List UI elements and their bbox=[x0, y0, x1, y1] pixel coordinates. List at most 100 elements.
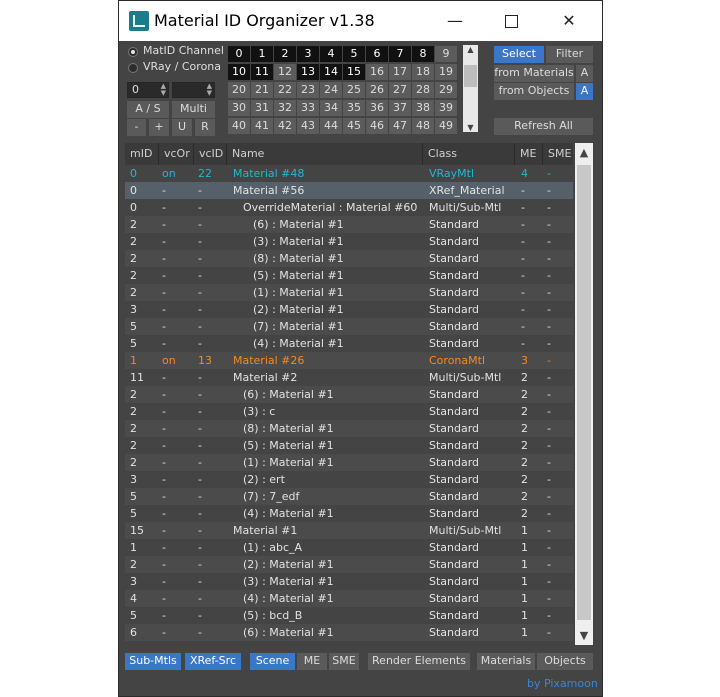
col-class[interactable]: Class bbox=[423, 143, 515, 165]
table-row[interactable]: 3 - - (2) : ert Standard 2 - bbox=[125, 471, 573, 488]
id-cell-20[interactable]: 20 bbox=[228, 82, 250, 98]
id-cell-24[interactable]: 24 bbox=[320, 82, 342, 98]
id-cell-6[interactable]: 6 bbox=[366, 46, 388, 62]
col-mid[interactable]: mID bbox=[125, 143, 159, 165]
table-row[interactable]: 2 - - (3) : Material #1 Standard - - bbox=[125, 233, 573, 250]
id-cell-44[interactable]: 44 bbox=[320, 118, 342, 134]
col-sme[interactable]: SME bbox=[543, 143, 573, 165]
table-row[interactable]: 5 - - (7) : 7_edf Standard 2 - bbox=[125, 488, 573, 505]
id-cell-1[interactable]: 1 bbox=[251, 46, 273, 62]
id-cell-29[interactable]: 29 bbox=[435, 82, 457, 98]
table-row[interactable]: 2 - - (6) : Material #1 Standard 2 - bbox=[125, 386, 573, 403]
id-cell-2[interactable]: 2 bbox=[274, 46, 296, 62]
id-cell-19[interactable]: 19 bbox=[435, 64, 457, 80]
id-cell-15[interactable]: 15 bbox=[343, 64, 365, 80]
as-button[interactable]: A / S bbox=[127, 101, 169, 118]
table-row[interactable]: 1 on 13 Material #26 CoronaMtl 3 - bbox=[125, 352, 573, 369]
refresh-all-button[interactable]: Refresh All bbox=[494, 118, 593, 135]
vray-corona-radio[interactable] bbox=[128, 63, 138, 73]
secondary-spinner[interactable]: ▲ ▼ bbox=[172, 82, 215, 98]
id-cell-43[interactable]: 43 bbox=[297, 118, 319, 134]
scroll-up-icon[interactable]: ▲ bbox=[575, 146, 593, 159]
scroll-down-icon[interactable]: ▼ bbox=[575, 629, 593, 642]
plus-button[interactable]: + bbox=[149, 119, 169, 136]
table-row[interactable]: 0 - - OverrideMaterial : Material #60 Multi/… bbox=[125, 199, 573, 216]
table-row[interactable]: 2 - - (1) : Material #1 Standard 2 - bbox=[125, 454, 573, 471]
me-tab[interactable]: ME bbox=[297, 653, 327, 670]
id-cell-45[interactable]: 45 bbox=[343, 118, 365, 134]
table-row[interactable]: 11 - - Material #2 Multi/Sub-Mtl 2 - bbox=[125, 369, 573, 386]
scroll-down-icon[interactable]: ▼ bbox=[463, 123, 478, 132]
credit-link[interactable]: by Pixamoon bbox=[527, 677, 598, 690]
scroll-thumb[interactable] bbox=[577, 165, 591, 620]
scroll-thumb[interactable] bbox=[464, 65, 477, 87]
minus-button[interactable]: - bbox=[127, 119, 146, 136]
list-scrollbar[interactable]: ▲ ▼ bbox=[575, 143, 593, 645]
id-cell-38[interactable]: 38 bbox=[412, 100, 434, 116]
maximize-button[interactable] bbox=[491, 7, 531, 35]
filter-button[interactable]: Filter bbox=[546, 46, 593, 63]
id-cell-36[interactable]: 36 bbox=[366, 100, 388, 116]
table-row[interactable]: 5 - - (5) : bcd_B Standard 1 - bbox=[125, 607, 573, 624]
render-elements-tab[interactable]: Render Elements bbox=[368, 653, 470, 670]
table-row[interactable]: 15 - - Material #1 Multi/Sub-Mtl 1 - bbox=[125, 522, 573, 539]
id-cell-25[interactable]: 25 bbox=[343, 82, 365, 98]
id-cell-31[interactable]: 31 bbox=[251, 100, 273, 116]
table-row[interactable]: 2 - - (8) : Material #1 Standard - - bbox=[125, 250, 573, 267]
id-cell-37[interactable]: 37 bbox=[389, 100, 411, 116]
id-cell-10[interactable]: 10 bbox=[228, 64, 250, 80]
id-cell-23[interactable]: 23 bbox=[297, 82, 319, 98]
id-cell-26[interactable]: 26 bbox=[366, 82, 388, 98]
minimize-button[interactable]: — bbox=[435, 7, 475, 35]
id-cell-42[interactable]: 42 bbox=[274, 118, 296, 134]
u-button[interactable]: U bbox=[172, 119, 192, 136]
id-cell-18[interactable]: 18 bbox=[412, 64, 434, 80]
sub-mtls-toggle[interactable]: Sub-Mtls bbox=[125, 653, 181, 670]
from-materials-auto-toggle[interactable]: A bbox=[576, 65, 593, 82]
id-cell-16[interactable]: 16 bbox=[366, 64, 388, 80]
id-spinner[interactable]: 0 ▲ ▼ bbox=[127, 82, 169, 98]
close-button[interactable]: ✕ bbox=[549, 7, 589, 35]
id-cell-14[interactable]: 14 bbox=[320, 64, 342, 80]
id-cell-28[interactable]: 28 bbox=[412, 82, 434, 98]
table-row[interactable]: 5 - - (4) : Material #1 Standard 2 - bbox=[125, 505, 573, 522]
table-row[interactable]: 2 - - (8) : Material #1 Standard 2 - bbox=[125, 420, 573, 437]
id-cell-22[interactable]: 22 bbox=[274, 82, 296, 98]
scroll-up-icon[interactable]: ▲ bbox=[463, 45, 478, 54]
id-cell-0[interactable]: 0 bbox=[228, 46, 250, 62]
table-row[interactable]: 2 - - (1) : Material #1 Standard - - bbox=[125, 284, 573, 301]
id-cell-39[interactable]: 39 bbox=[435, 100, 457, 116]
matid-channel-radio[interactable] bbox=[128, 47, 138, 57]
id-cell-48[interactable]: 48 bbox=[412, 118, 434, 134]
objects-tab[interactable]: Objects bbox=[537, 653, 593, 670]
materials-tab[interactable]: Materials bbox=[477, 653, 535, 670]
id-cell-41[interactable]: 41 bbox=[251, 118, 273, 134]
col-name[interactable]: Name bbox=[227, 143, 423, 165]
scene-tab[interactable]: Scene bbox=[250, 653, 295, 670]
table-row[interactable]: 4 - - (4) : Material #1 Standard 1 - bbox=[125, 590, 573, 607]
table-row[interactable]: 6 - - (6) : Material #1 Standard 1 - bbox=[125, 624, 573, 641]
col-vcid[interactable]: vcID bbox=[194, 143, 227, 165]
sme-tab[interactable]: SME bbox=[329, 653, 359, 670]
id-cell-34[interactable]: 34 bbox=[320, 100, 342, 116]
id-cell-8[interactable]: 8 bbox=[412, 46, 434, 62]
table-row[interactable]: 5 - - (4) : Material #1 Standard - - bbox=[125, 335, 573, 352]
id-grid-scrollbar[interactable]: ▲ ▼ bbox=[463, 45, 478, 132]
col-me[interactable]: ME bbox=[515, 143, 543, 165]
id-cell-47[interactable]: 47 bbox=[389, 118, 411, 134]
table-row[interactable]: 0 on 22 Material #48 VRayMtl 4 - bbox=[125, 165, 573, 182]
from-objects-auto-toggle[interactable]: A bbox=[576, 83, 593, 100]
id-cell-7[interactable]: 7 bbox=[389, 46, 411, 62]
id-cell-13[interactable]: 13 bbox=[297, 64, 319, 80]
select-button[interactable]: Select bbox=[494, 46, 544, 63]
spinner-arrows-icon[interactable]: ▲ ▼ bbox=[207, 83, 212, 97]
id-cell-5[interactable]: 5 bbox=[343, 46, 365, 62]
table-row[interactable]: 3 - - (2) : Material #1 Standard - - bbox=[125, 301, 573, 318]
id-cell-33[interactable]: 33 bbox=[297, 100, 319, 116]
table-row[interactable]: 2 - - (5) : Material #1 Standard 2 - bbox=[125, 437, 573, 454]
from-objects-button[interactable]: from Objects bbox=[494, 83, 574, 100]
id-cell-11[interactable]: 11 bbox=[251, 64, 273, 80]
id-cell-4[interactable]: 4 bbox=[320, 46, 342, 62]
table-row[interactable]: 3 - - (3) : Material #1 Standard 1 - bbox=[125, 573, 573, 590]
id-cell-35[interactable]: 35 bbox=[343, 100, 365, 116]
